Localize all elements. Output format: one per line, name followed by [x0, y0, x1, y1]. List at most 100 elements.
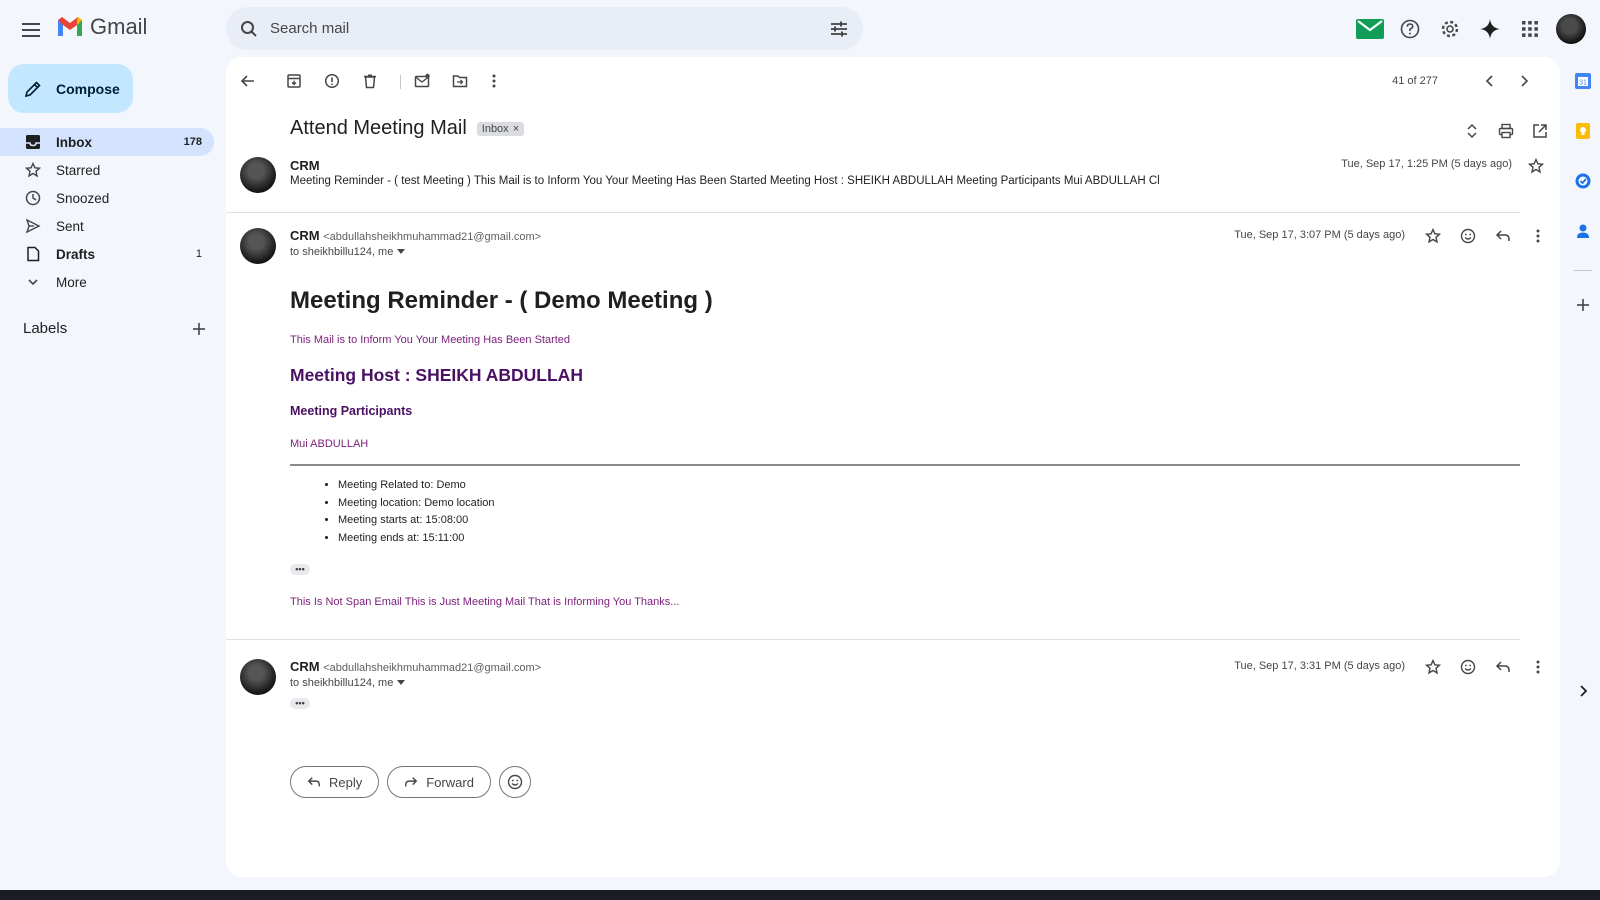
- sidebar-item-more[interactable]: More: [0, 268, 214, 296]
- settings-button[interactable]: [1436, 15, 1464, 43]
- star-button[interactable]: [1421, 224, 1445, 248]
- calendar-app-button[interactable]: 31: [1570, 68, 1596, 94]
- delete-button[interactable]: [358, 69, 382, 93]
- get-addons-button[interactable]: [1570, 292, 1596, 318]
- draft-count: 1: [195, 248, 202, 260]
- message-snippet[interactable]: Meeting Reminder - ( test Meeting ) This…: [290, 175, 1160, 187]
- gmail-m-icon: [58, 17, 82, 36]
- tasks-icon: [1575, 173, 1591, 189]
- expand-all-button[interactable]: [1460, 119, 1484, 143]
- add-reaction-button[interactable]: [1456, 655, 1480, 679]
- star-icon: [24, 161, 42, 179]
- message-more-button[interactable]: [1526, 655, 1550, 679]
- account-avatar[interactable]: [1556, 14, 1586, 44]
- reply-icon: [1495, 230, 1510, 241]
- reply-button[interactable]: [1491, 655, 1515, 679]
- plus-icon: [1577, 299, 1589, 311]
- list-item: Meeting Related to: Demo: [338, 477, 495, 495]
- apps-button[interactable]: [1516, 15, 1544, 43]
- email-intro: This Mail is to Inform You Your Meeting …: [290, 334, 571, 346]
- search-input[interactable]: Search mail: [270, 20, 829, 37]
- move-to-button[interactable]: [448, 69, 472, 93]
- list-item: Meeting starts at: 15:08:00: [338, 512, 495, 530]
- chevron-left-icon: [1485, 75, 1493, 87]
- label-chip-inbox[interactable]: Inbox ×: [476, 121, 525, 136]
- sidebar-item-starred[interactable]: Starred: [0, 156, 214, 184]
- message-more-button[interactable]: [1526, 224, 1550, 248]
- recipients-toggle[interactable]: to sheikhbillu124, me: [290, 246, 406, 258]
- add-reaction-button[interactable]: [1456, 224, 1480, 248]
- keep-app-button[interactable]: [1570, 118, 1596, 144]
- open-new-window-button[interactable]: [1528, 119, 1552, 143]
- reply-label: Reply: [329, 774, 363, 790]
- search-options-icon[interactable]: [829, 20, 849, 38]
- envelope-icon: [1356, 19, 1384, 39]
- tasks-app-button[interactable]: [1570, 168, 1596, 194]
- show-trimmed-content-button[interactable]: •••: [290, 698, 310, 709]
- recipients-toggle[interactable]: to sheikhbillu124, me: [290, 677, 406, 689]
- reply-icon: [1495, 661, 1510, 672]
- hamburger-icon: [22, 23, 40, 37]
- meeting-host: Meeting Host : SHEIKH ABDULLAH: [290, 365, 583, 385]
- show-side-panel-button[interactable]: [1570, 678, 1596, 704]
- caret-down-icon: [397, 249, 406, 254]
- show-trimmed-content-button[interactable]: •••: [290, 564, 310, 575]
- star-button[interactable]: [1421, 655, 1445, 679]
- contacts-icon: [1577, 224, 1589, 238]
- react-button[interactable]: [498, 766, 531, 798]
- draft-icon: [24, 245, 42, 263]
- more-actions-button[interactable]: [482, 69, 506, 93]
- unfold-icon: [1467, 123, 1477, 139]
- sender[interactable]: CRM <abdullahsheikhmuhammad21@gmail.com>: [290, 228, 541, 243]
- plus-icon[interactable]: [192, 322, 206, 336]
- unread-count: 178: [183, 136, 202, 148]
- emoji-icon: [507, 774, 523, 790]
- forward-label: Forward: [426, 774, 474, 790]
- reply-button[interactable]: [1491, 224, 1515, 248]
- email-heading: Meeting Reminder - ( Demo Meeting ): [290, 287, 713, 314]
- reply-pill-button[interactable]: Reply: [290, 766, 380, 798]
- chevron-right-icon: [1580, 685, 1588, 697]
- participants-list: Mui ABDULLAH: [290, 438, 369, 450]
- sidebar-item-snoozed[interactable]: Snoozed: [0, 184, 214, 212]
- sidebar-item-sent[interactable]: Sent: [0, 212, 214, 240]
- keep-icon: [1576, 123, 1590, 139]
- support-button[interactable]: [1396, 15, 1424, 43]
- reply-icon: [307, 777, 320, 787]
- labels-header: Labels: [23, 320, 206, 337]
- back-button[interactable]: [236, 69, 260, 93]
- print-button[interactable]: [1494, 119, 1518, 143]
- older-button[interactable]: [1512, 69, 1536, 93]
- sender[interactable]: CRM: [290, 158, 320, 173]
- sender-name: CRM: [290, 158, 320, 173]
- pager-count: 41 of 277: [1392, 75, 1438, 87]
- archive-icon: [287, 74, 301, 88]
- search-bar[interactable]: Search mail: [226, 7, 863, 50]
- gmail-app: Gmail Search mail Compose Inbox 178 Star…: [0, 0, 1600, 890]
- mail-status-button[interactable]: [1356, 15, 1384, 43]
- compose-button[interactable]: Compose: [8, 64, 133, 113]
- thread-subject: Attend Meeting Mail Inbox ×: [290, 117, 525, 140]
- avatar: [240, 659, 276, 695]
- arrow-left-icon: [240, 75, 254, 87]
- sender[interactable]: CRM <abdullahsheikhmuhammad21@gmail.com>: [290, 659, 541, 674]
- gemini-button[interactable]: [1476, 15, 1504, 43]
- mark-unread-button[interactable]: [410, 69, 434, 93]
- sidebar-item-drafts[interactable]: Drafts 1: [0, 240, 214, 268]
- main-menu-button[interactable]: [18, 16, 46, 44]
- gmail-logo[interactable]: Gmail: [56, 14, 147, 40]
- report-spam-button[interactable]: [320, 69, 344, 93]
- sidebar-item-inbox[interactable]: Inbox 178: [0, 128, 214, 156]
- forward-button[interactable]: Forward: [387, 766, 491, 798]
- sidebar-item-label: Snoozed: [56, 190, 110, 206]
- archive-button[interactable]: [282, 69, 306, 93]
- contacts-app-button[interactable]: [1570, 218, 1596, 244]
- newer-button[interactable]: [1478, 69, 1502, 93]
- avatar: [240, 228, 276, 264]
- compose-label: Compose: [56, 80, 120, 97]
- recipients: to sheikhbillu124, me: [290, 246, 394, 258]
- sender-email: <abdullahsheikhmuhammad21@gmail.com>: [323, 231, 542, 243]
- message-toolbar: 41 of 277: [226, 65, 1560, 97]
- star-button[interactable]: [1524, 154, 1548, 178]
- close-icon[interactable]: ×: [513, 123, 519, 135]
